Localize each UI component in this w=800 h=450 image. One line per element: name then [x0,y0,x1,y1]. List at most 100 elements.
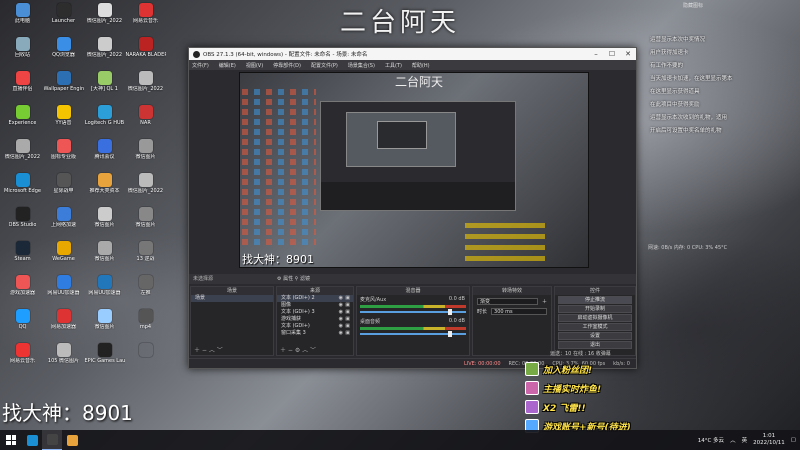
desktop-icon[interactable]: 微信图片_2022 [84,34,125,68]
control-button[interactable]: 设置 [558,332,632,340]
desktop-icon[interactable]: 微信图片_2022 [84,0,125,34]
visibility-eye-icon[interactable]: ◉ [339,309,343,316]
minimize-icon[interactable]: – [588,48,604,60]
desktop-icon[interactable]: 微信图片 [84,204,125,238]
filters-button[interactable]: 滤镜 [300,276,310,282]
desktop-icon[interactable]: 此电脑 [2,0,43,34]
desktop-icon[interactable]: QQ [2,306,43,340]
desktop-icon[interactable]: 微信图片 [84,238,125,272]
clock[interactable]: 1:01 2022/10/11 [753,433,785,447]
props-button[interactable]: 属性 [283,276,293,282]
control-button[interactable]: 退出 [558,341,632,349]
obs-preview[interactable]: 二台阿天 找大神：8901 [239,72,589,268]
desktop-icon[interactable]: 上网络加速 [43,204,84,238]
desktop-icon[interactable]: 回收站 [2,34,43,68]
menu-item[interactable]: 帮助(H) [412,62,430,69]
add-transition-icon[interactable]: ＋ [542,298,547,305]
desktop-icon[interactable]: 网易UU加速器 [43,272,84,306]
desktop-icon[interactable]: Microsoft Edge [2,170,43,204]
desktop-icon[interactable]: mp4 [125,306,166,340]
visibility-eye-icon[interactable]: ◉ [339,316,343,323]
lock-icon[interactable]: ▣ [345,302,350,309]
desktop-icon[interactable]: Launcher [43,0,84,34]
desktop-icon[interactable]: 网易UU加速器 [84,272,125,306]
tray-expand-icon[interactable]: ︿ [730,436,736,444]
desktop-icon[interactable]: 网易云音乐 [125,0,166,34]
obs-window[interactable]: OBS 27.1.3 (64-bit, windows) - 配置文件: 未命名… [188,47,637,369]
desktop-icon[interactable]: 左推 [125,272,166,306]
visibility-eye-icon[interactable]: ◉ [339,302,343,309]
source-item[interactable]: 文本 (GDI+) 2 ◉ ▣ [277,295,353,302]
menu-item[interactable]: 配置文件(P) [311,62,338,69]
visibility-eye-icon[interactable]: ◉ [339,330,343,337]
desktop-icon[interactable]: EPIC Games Launcher [84,340,125,374]
weather-widget[interactable]: 14°C 多云 [698,436,724,444]
sources-toolbar[interactable]: ＋ − ⚙ ︿ ﹀ [277,347,353,355]
volume-slider[interactable] [360,309,466,315]
desktop-icon[interactable]: Experience [2,102,43,136]
desktop-icon[interactable]: 腾讯会议 [84,136,125,170]
control-button[interactable]: 启动虚拟摄像机 [558,314,632,322]
lock-icon[interactable]: ▣ [345,330,350,337]
maximize-icon[interactable]: ☐ [604,48,620,60]
transition-select[interactable]: 渐变 [477,298,538,305]
menu-item[interactable]: 工具(T) [385,62,402,69]
desktop-icon[interactable]: 图标专业版 [43,136,84,170]
lock-icon[interactable]: ▣ [345,323,350,330]
desktop-icon[interactable]: 网易加速器 [43,306,84,340]
desktop-icon[interactable]: 微信图片_2022 [125,170,166,204]
scene-item[interactable]: 场景 [191,295,273,302]
taskbar-app[interactable] [62,430,82,450]
visibility-eye-icon[interactable]: ◉ [339,323,343,330]
desktop-icon[interactable]: WeGame [43,238,84,272]
desktop-icon[interactable]: 微信图片 [125,204,166,238]
desktop-icon[interactable]: 星际战甲 [43,170,84,204]
desktop-icon[interactable]: 微信图片_2022 [125,68,166,102]
close-icon[interactable]: ✕ [620,48,636,60]
desktop-icon[interactable]: 网易云音乐 [2,340,43,374]
desktop-icon[interactable]: [大神] QL 1 [84,68,125,102]
desktop-icon[interactable]: NAR [125,102,166,136]
scenes-toolbar[interactable]: ＋ − ︿ ﹀ [191,347,273,355]
mixer-channel[interactable]: 桌面音频 0.0 dB [357,317,469,339]
desktop-icon[interactable]: Wallpaper Engine [43,68,84,102]
start-button[interactable] [0,430,22,450]
desktop-icon[interactable]: QQ浏览器 [43,34,84,68]
desktop-icon[interactable]: 微信图片_2022 [2,136,43,170]
desktop-icon[interactable]: YY语音 [43,102,84,136]
mixer-channel[interactable]: 麦克风/Aux 0.0 dB [357,295,469,317]
lock-icon[interactable]: ▣ [345,316,350,323]
lock-icon[interactable]: ▣ [345,309,350,316]
props-filters[interactable]: ⚙ 属性 ⚲ 滤镜 [277,274,310,284]
menu-item[interactable]: 视图(V) [246,62,263,69]
source-item[interactable]: 文本 (GDI+) ◉ ▣ [277,323,353,330]
ime-indicator[interactable]: 英 [742,436,748,444]
source-item[interactable]: 图像 ◉ ▣ [277,302,353,309]
menu-item[interactable]: 场景集合(S) [348,62,375,69]
menu-item[interactable]: 文件(F) [192,62,209,69]
menu-item[interactable]: 停靠部件(D) [273,62,301,69]
menu-item[interactable]: 编辑(E) [219,62,236,69]
taskbar-app[interactable] [42,430,62,450]
lock-icon[interactable]: ▣ [345,295,350,302]
obs-titlebar[interactable]: OBS 27.1.3 (64-bit, windows) - 配置文件: 未命名… [189,48,636,60]
desktop-icon[interactable]: NARAKA BLADEPOI [125,34,166,68]
source-item[interactable]: 文本 (GDI+) 3 ◉ ▣ [277,309,353,316]
control-button[interactable]: 开始录制 [558,305,632,313]
visibility-eye-icon[interactable]: ◉ [339,295,343,302]
desktop-icon[interactable]: 游戏加速器 [2,272,43,306]
control-button[interactable]: 停止推流 [558,296,632,304]
desktop-icon[interactable]: Steam [2,238,43,272]
volume-slider[interactable] [360,331,466,337]
desktop-icon[interactable]: 105 微信图片 [43,340,84,374]
control-button[interactable]: 工作室模式 [558,323,632,331]
desktop-icon[interactable]: 微信图片 [125,136,166,170]
desktop-icon[interactable]: 推荐大类资本 [84,170,125,204]
taskbar-app[interactable] [22,430,42,450]
source-item[interactable]: 游戏捕获 ◉ ▣ [277,316,353,323]
desktop-icon[interactable] [125,340,166,374]
desktop-icon[interactable]: 13 逆战 [125,238,166,272]
notification-icon[interactable]: ▢ [791,437,796,443]
desktop-icon[interactable]: Logitech G HUB [84,102,125,136]
duration-input[interactable]: 300 ms [491,308,547,315]
